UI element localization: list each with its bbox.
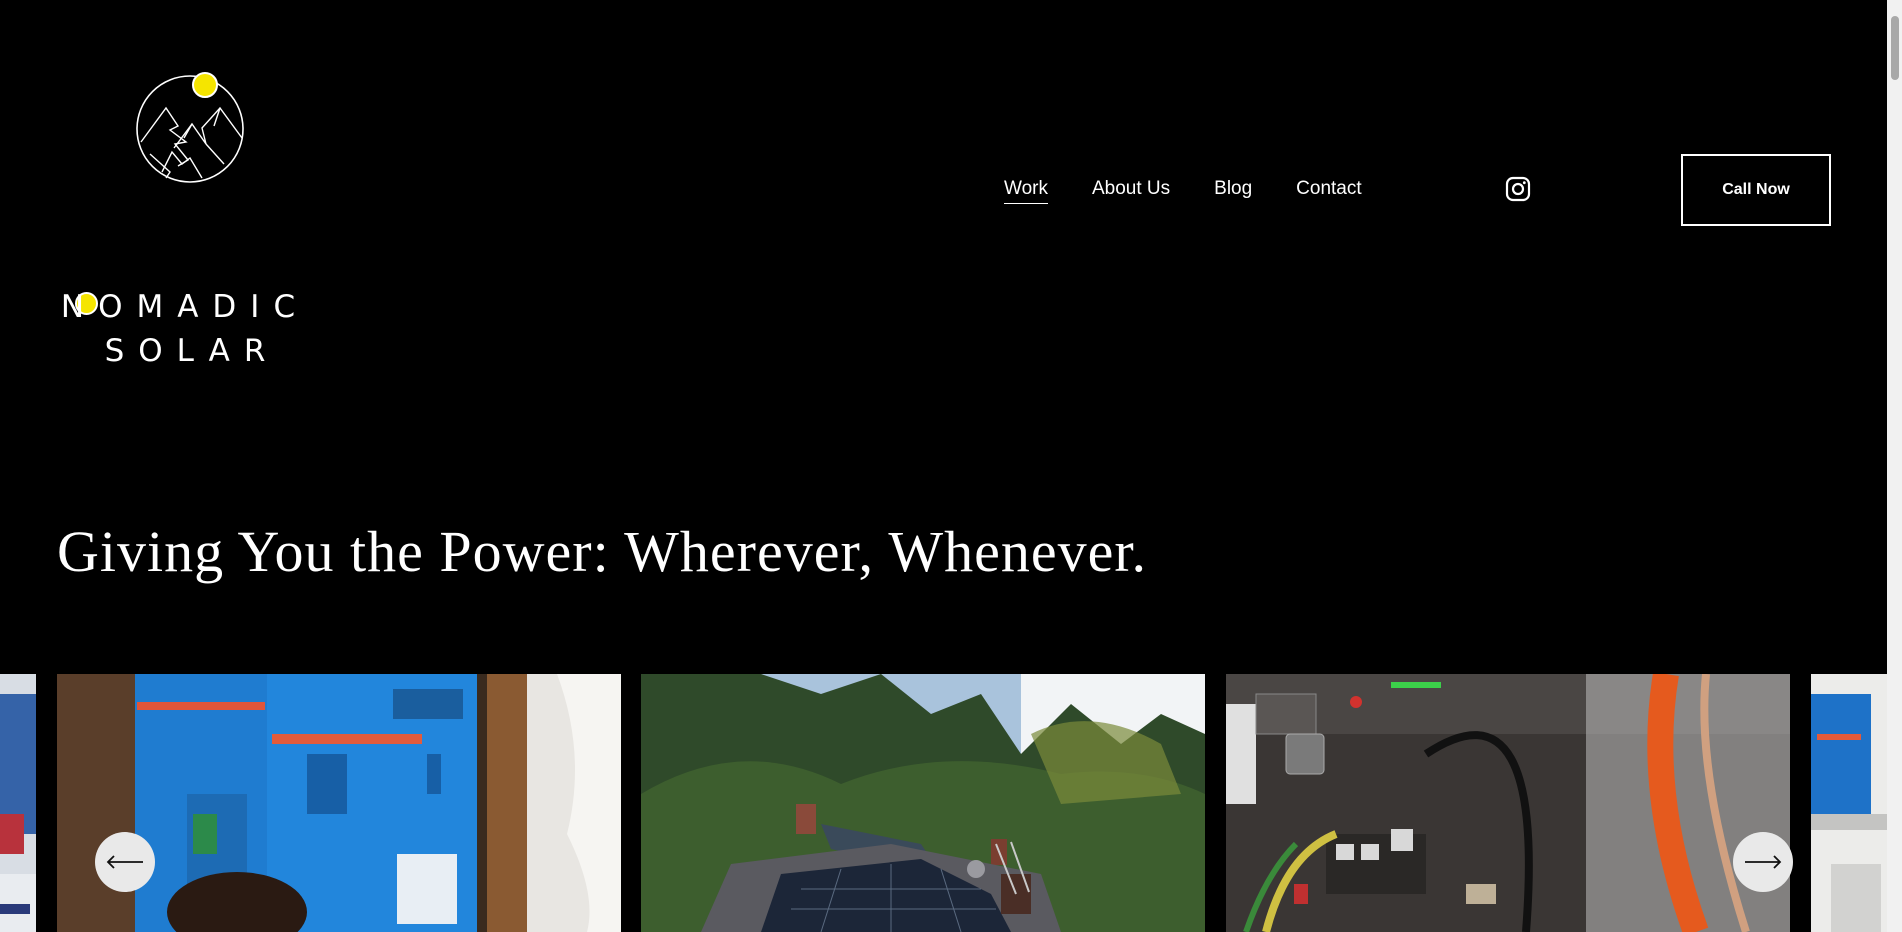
gallery-carousel [0, 674, 1887, 932]
hero-headline: Giving You the Power: Wherever, Whenever… [57, 519, 1147, 584]
brand-logo[interactable]: NOMADIC SOLAR [61, 68, 310, 369]
carousel-next-button[interactable] [1733, 832, 1793, 892]
brand-name-line1: NOMADIC [61, 289, 310, 325]
arrow-left-icon [106, 855, 143, 869]
gallery-slide[interactable] [1226, 674, 1790, 932]
scrollbar-thumb[interactable] [1891, 16, 1899, 80]
nav-item-work[interactable]: Work [1004, 176, 1048, 204]
nav-item-about-us[interactable]: About Us [1092, 176, 1170, 204]
gallery-slide[interactable] [1811, 674, 1887, 932]
main-nav: Work About Us Blog Contact [1004, 176, 1362, 204]
gallery-slide[interactable] [0, 674, 36, 932]
gallery-slide[interactable] [57, 674, 621, 932]
carousel-prev-button[interactable] [95, 832, 155, 892]
nav-item-contact[interactable]: Contact [1296, 176, 1361, 204]
gallery-slide[interactable] [641, 674, 1205, 932]
instagram-icon[interactable] [1505, 176, 1531, 202]
page: NOMADIC SOLAR Work About Us Blog Contact… [0, 0, 1887, 932]
brand-line1-text: NOMADIC [60, 289, 310, 325]
arrow-right-icon [1745, 855, 1782, 869]
call-now-button[interactable]: Call Now [1681, 154, 1831, 226]
nav-item-blog[interactable]: Blog [1214, 176, 1252, 204]
sun-mountain-logo-icon [136, 72, 244, 183]
page-scrollbar[interactable] [1887, 0, 1902, 932]
brand-name-line2: SOLAR [104, 333, 280, 369]
